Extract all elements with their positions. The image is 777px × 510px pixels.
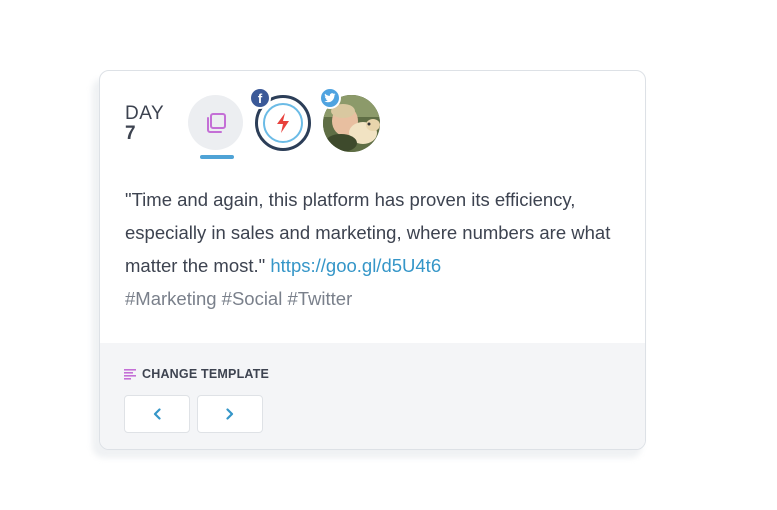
lines-icon [124, 368, 136, 380]
day-indicator: DAY 7 [125, 104, 164, 144]
facebook-icon: f [249, 87, 271, 109]
card-footer: CHANGE TEMPLATE [100, 343, 645, 449]
chevron-right-icon [226, 408, 234, 420]
day-number: 7 [125, 123, 136, 144]
twitter-bird-icon [319, 87, 341, 109]
post-hashtags: #Marketing #Social #Twitter [125, 288, 353, 309]
change-template-button[interactable]: CHANGE TEMPLATE [124, 367, 269, 381]
post-link[interactable]: https://goo.gl/d5U4t6 [270, 255, 441, 276]
facebook-avatar [263, 103, 303, 143]
change-template-label: CHANGE TEMPLATE [142, 367, 270, 381]
previous-button[interactable] [124, 395, 190, 433]
day-label: DAY [125, 103, 165, 124]
copy-icon [206, 112, 226, 133]
scheduled-post-card: DAY 7 f "Time and again, this platform h… [99, 70, 646, 450]
twitter-account-toggle[interactable] [319, 87, 380, 152]
post-type-button[interactable] [188, 95, 243, 150]
selected-type-indicator [200, 155, 234, 159]
next-button[interactable] [197, 395, 263, 433]
lightning-icon [277, 113, 289, 133]
post-content: "Time and again, this platform has prove… [125, 183, 625, 315]
facebook-account-toggle[interactable]: f [249, 87, 311, 151]
chevron-left-icon [153, 408, 161, 420]
